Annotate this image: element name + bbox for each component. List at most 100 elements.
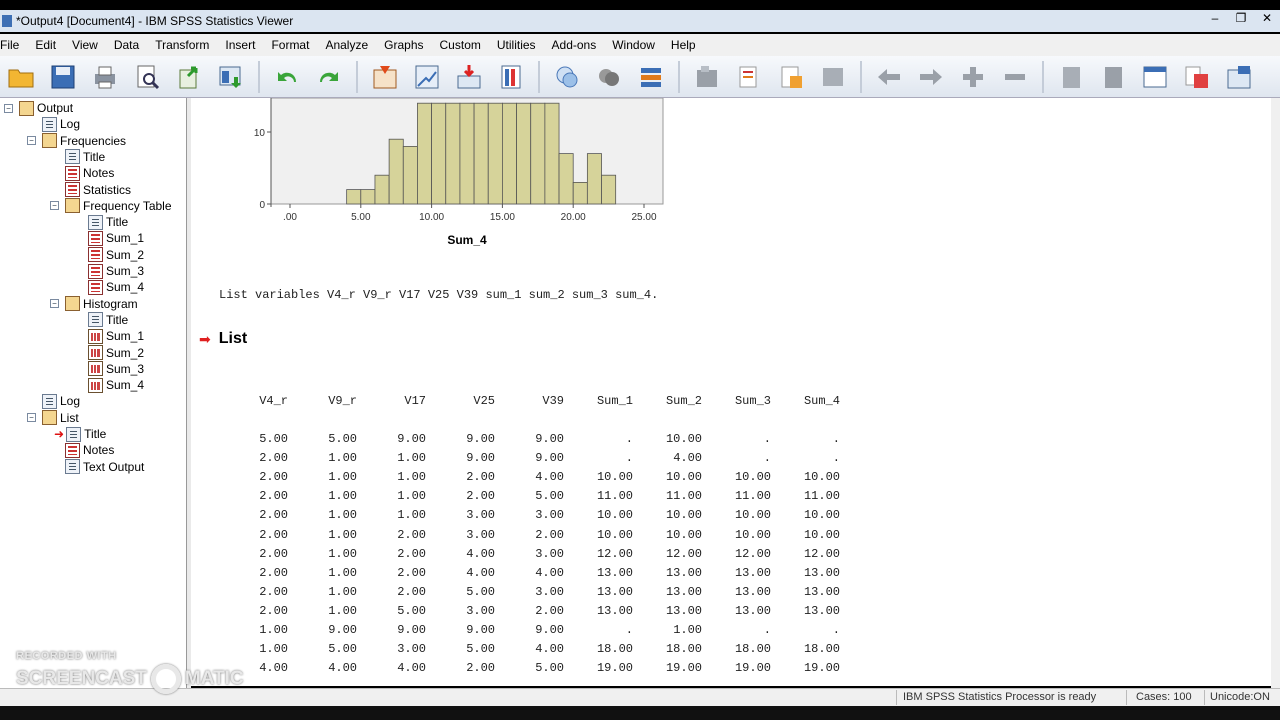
menu-custom[interactable]: Custom [432,38,489,52]
column-header: V17 [404,394,426,408]
menu-analyze[interactable]: Analyze [317,38,376,52]
list-cell: 13.00 [803,584,840,599]
menu-add-ons[interactable]: Add-ons [544,38,605,52]
print-icon[interactable] [88,60,122,94]
recall-dialog-icon[interactable] [214,60,248,94]
tree-node-histogram[interactable]: − Histogram [50,296,138,312]
list-cell: 4.00 [466,546,495,561]
book-icon [65,296,80,312]
current-item-arrow-icon: ➡ [199,330,211,347]
redo-icon[interactable] [312,60,346,94]
tree-node-log[interactable]: Log [27,116,80,132]
close-button[interactable]: ✕ [1254,10,1280,28]
collapse-toggle-icon[interactable]: − [4,103,13,113]
goto-data-icon[interactable] [368,60,402,94]
list-cell: 12.00 [596,546,633,561]
menu-format[interactable]: Format [263,38,317,52]
menu-transform[interactable]: Transform [147,38,217,52]
tree-node-log[interactable]: Log [27,393,80,409]
tree-node-label: Sum_1 [106,231,145,246]
list-cell: 4.00 [466,565,495,580]
tree-node-title[interactable]: Title [73,214,128,230]
list-cell: 10.00 [803,527,840,542]
tree-node-sum-1[interactable]: Sum_1 [73,328,144,344]
hide-icon[interactable] [774,60,808,94]
insert-title-icon[interactable] [1138,60,1172,94]
minimize-button[interactable]: – [1202,10,1228,28]
column-header: V25 [473,394,495,408]
tree-node-sum-4[interactable]: Sum_4 [73,279,144,295]
menu-graphs[interactable]: Graphs [376,38,431,52]
menu-edit[interactable]: Edit [27,38,64,52]
list-cell: 13.00 [803,603,840,618]
list-cell: 2.00 [259,546,288,561]
tree-node-title[interactable]: Title [73,312,128,328]
save-icon[interactable] [46,60,80,94]
list-cell: . [832,623,840,637]
collapse-toggle-icon[interactable]: − [50,201,59,211]
collapse-toggle-icon[interactable]: − [27,413,36,423]
tree-node-label: Sum_1 [106,329,145,344]
designate-window-icon[interactable] [550,60,584,94]
insert-heading-icon[interactable] [1096,60,1130,94]
collapse-toggle-icon[interactable]: − [50,299,59,309]
forward-icon[interactable] [914,60,948,94]
list-cell: 11.00 [665,489,702,504]
tree-node-label: Sum_3 [106,264,145,278]
tree-node-sum-4[interactable]: Sum_4 [73,377,144,393]
goto-case-icon[interactable] [410,60,444,94]
export-icon[interactable] [172,60,206,94]
tree-node-output[interactable]: − Output [4,100,73,116]
tree-node-sum-3[interactable]: Sum_3 [73,263,144,279]
menu-insert[interactable]: Insert [217,38,263,52]
insert-text-icon[interactable] [1180,60,1214,94]
menu-utilities[interactable]: Utilities [489,38,544,52]
menu-file[interactable]: File [0,38,27,52]
list-cell: 2.00 [397,565,426,580]
show-all-icon[interactable] [732,60,766,94]
use-sets-icon[interactable] [690,60,724,94]
expand-icon[interactable] [956,60,990,94]
undo-icon[interactable] [270,60,304,94]
menu-help[interactable]: Help [663,38,704,52]
hide-output-icon[interactable] [816,60,850,94]
tree-node-sum-3[interactable]: Sum_3 [73,361,144,377]
tree-node-frequencies[interactable]: − Frequencies [27,133,126,149]
tree-node-notes[interactable]: Notes [50,165,114,181]
list-cell: 2.00 [259,508,288,523]
tree-node-sum-1[interactable]: Sum_1 [73,230,144,246]
list-cell: 10.00 [596,527,633,542]
tree-node-text-output[interactable]: Text Output [50,459,144,475]
tree-node-sum-2[interactable]: Sum_2 [73,247,144,263]
show-icon[interactable] [1054,60,1088,94]
tree-node-title[interactable]: Title [50,149,105,165]
variables-icon[interactable] [494,60,528,94]
menu-window[interactable]: Window [604,38,663,52]
tree-node-frequency-table[interactable]: − Frequency Table [50,198,172,214]
insert-page-break-icon[interactable] [1222,60,1256,94]
open-icon[interactable] [4,60,38,94]
toolbar-separator [258,60,260,93]
menu-view[interactable]: View [64,38,106,52]
menu-data[interactable]: Data [106,38,147,52]
x-tick-label: 20.00 [561,212,586,223]
list-cell: 1.00 [328,546,357,561]
collapse-icon[interactable] [998,60,1032,94]
select-cases-icon[interactable] [592,60,626,94]
histogram-bar [459,102,475,205]
print-preview-icon[interactable] [130,60,164,94]
list-cell: 13.00 [665,584,702,599]
list-cell: 1.00 [328,470,357,485]
tree-node-statistics[interactable]: Statistics [50,182,131,198]
tree-node-sum-2[interactable]: Sum_2 [73,345,144,361]
tree-node-notes[interactable]: Notes [50,442,114,458]
value-labels-icon[interactable] [634,60,668,94]
table-icon [88,230,103,246]
collapse-toggle-icon[interactable]: − [27,136,36,146]
vertical-scrollbar[interactable] [1271,98,1280,688]
restore-button[interactable]: ❐ [1228,10,1254,28]
tree-node-list[interactable]: − List [27,410,79,426]
tree-node-title[interactable]: ➜ Title [50,426,106,442]
insert-variable-icon[interactable] [452,60,486,94]
back-icon[interactable] [872,60,906,94]
